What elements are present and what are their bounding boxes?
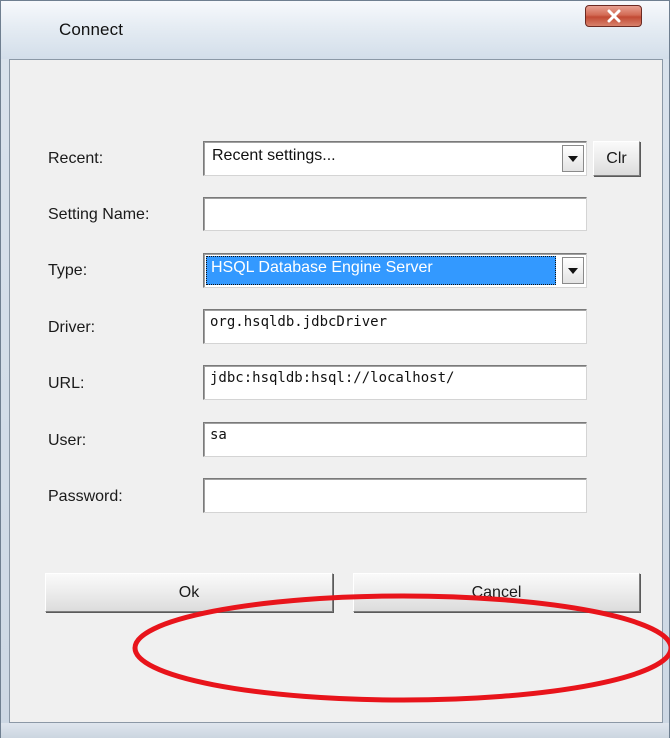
title-bar[interactable]: Connect	[1, 1, 669, 59]
setting-name-field[interactable]	[203, 197, 587, 231]
password-label: Password:	[48, 488, 123, 505]
user-field[interactable]: sa	[203, 422, 587, 457]
clear-recent-button[interactable]: Clr	[593, 141, 640, 176]
recent-select-value: Recent settings...	[212, 147, 336, 164]
password-field[interactable]	[203, 478, 587, 513]
setting-name-label: Setting Name:	[48, 206, 150, 223]
cancel-button[interactable]: Cancel	[353, 573, 640, 612]
dialog-window: Connect Recent: Recent settings... Clr S…	[0, 0, 670, 738]
window-bottom-border	[1, 723, 669, 738]
ok-button[interactable]: Ok	[45, 573, 333, 612]
recent-label: Recent:	[48, 150, 104, 167]
type-dropdown-button[interactable]	[562, 257, 584, 284]
url-label: URL:	[48, 375, 85, 392]
user-label: User:	[48, 432, 87, 449]
close-icon	[607, 9, 620, 23]
type-label: Type:	[48, 262, 88, 279]
driver-field[interactable]: org.hsqldb.jdbcDriver	[203, 309, 587, 344]
close-button[interactable]	[585, 5, 642, 27]
driver-label: Driver:	[48, 319, 96, 336]
url-field[interactable]: jdbc:hsqldb:hsql://localhost/	[203, 365, 587, 400]
recent-select[interactable]: Recent settings...	[203, 141, 587, 176]
recent-dropdown-button[interactable]	[562, 145, 584, 172]
type-select[interactable]: HSQL Database Engine Server	[203, 253, 587, 288]
chevron-down-icon	[568, 267, 578, 274]
type-select-value: HSQL Database Engine Server	[206, 256, 556, 285]
window-title: Connect	[59, 20, 124, 39]
chevron-down-icon	[568, 155, 578, 162]
